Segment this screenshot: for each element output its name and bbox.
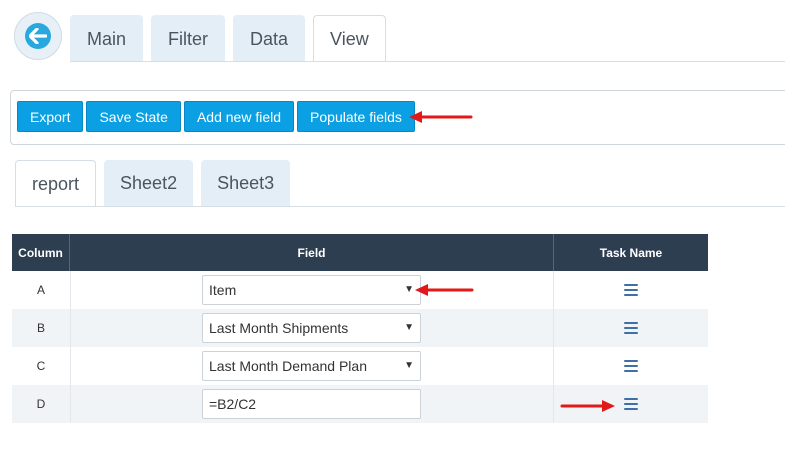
- column-cell: A: [36, 283, 45, 297]
- column-cell: B: [36, 321, 45, 335]
- field-header: Field: [70, 234, 554, 271]
- back-button[interactable]: [14, 12, 62, 60]
- hamburger-menu-icon[interactable]: [624, 284, 638, 296]
- sheet-tab-bar: report Sheet2 Sheet3: [15, 160, 291, 207]
- tab-main[interactable]: Main: [70, 15, 144, 62]
- tab-data[interactable]: Data: [233, 15, 306, 62]
- export-button[interactable]: Export: [17, 101, 84, 132]
- red-arrow-left-icon: [409, 111, 473, 123]
- save-state-button[interactable]: Save State: [86, 101, 181, 132]
- tab-report[interactable]: report: [15, 160, 97, 207]
- tab-sheet2[interactable]: Sheet2: [104, 160, 194, 207]
- top-tab-bar: Main Filter Data View: [70, 15, 386, 62]
- field-input-value: =B2/C2: [209, 396, 257, 412]
- field-select-value: Last Month Demand Plan: [209, 358, 367, 374]
- caret-down-icon: ▼: [404, 322, 414, 333]
- field-select-value: Item: [209, 282, 237, 298]
- task-name-header: Task Name: [599, 245, 663, 260]
- column-header: Column: [12, 234, 70, 271]
- field-select[interactable]: Item ▼: [202, 275, 421, 305]
- tab-view[interactable]: View: [313, 15, 386, 62]
- table-header: Column Field Task Name: [12, 234, 708, 271]
- red-arrow-right-icon: [560, 400, 615, 412]
- add-new-field-button[interactable]: Add new field: [183, 101, 295, 132]
- table-row: B Last Month Shipments ▼: [12, 309, 708, 347]
- field-select[interactable]: Last Month Shipments ▼: [202, 313, 421, 343]
- column-cell: D: [36, 397, 46, 411]
- field-input[interactable]: =B2/C2: [202, 389, 421, 419]
- red-arrow-left-icon: [415, 284, 474, 296]
- table-row: A Item ▼: [12, 271, 708, 309]
- field-select[interactable]: Last Month Demand Plan ▼: [202, 351, 421, 381]
- arrow-left-icon: [25, 23, 51, 49]
- field-mapping-table: Column Field Task Name A Item ▼ B Last M…: [12, 234, 708, 423]
- toolbar: Export Save State Add new field Populate…: [10, 90, 785, 145]
- tab-filter[interactable]: Filter: [151, 15, 226, 62]
- tab-divider: [70, 61, 785, 62]
- column-cell: C: [36, 359, 46, 373]
- populate-fields-button[interactable]: Populate fields: [297, 101, 415, 132]
- hamburger-menu-icon[interactable]: [624, 322, 638, 334]
- field-select-value: Last Month Shipments: [209, 320, 349, 336]
- tab-sheet3[interactable]: Sheet3: [201, 160, 291, 207]
- caret-down-icon: ▼: [404, 360, 414, 371]
- hamburger-menu-icon[interactable]: [624, 398, 638, 410]
- sheet-tab-divider: [15, 206, 785, 207]
- table-row: C Last Month Demand Plan ▼: [12, 347, 708, 385]
- hamburger-menu-icon[interactable]: [624, 360, 638, 372]
